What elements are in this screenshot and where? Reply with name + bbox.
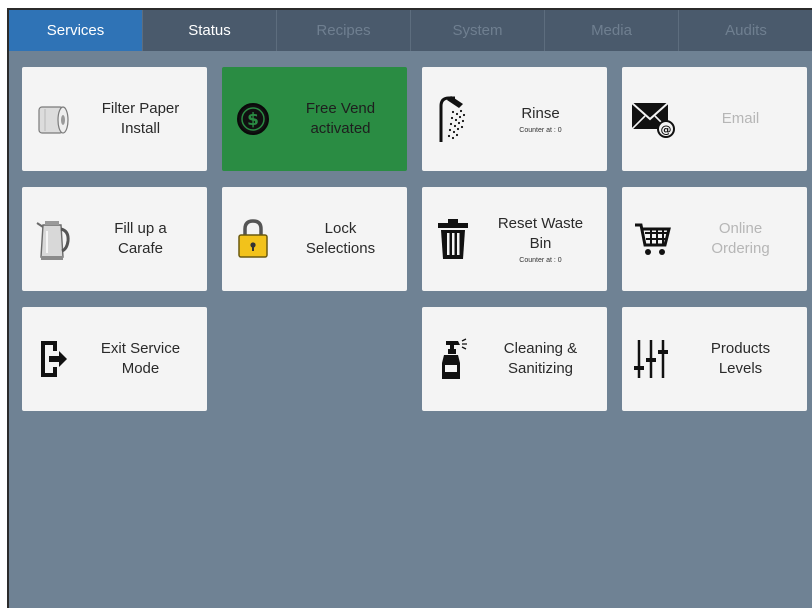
exit-service-mode-button[interactable]: Exit Service Mode: [22, 307, 207, 411]
cleaning-sanitizing-label: Cleaning & Sanitizing: [503, 340, 578, 377]
tab-media[interactable]: Media: [545, 10, 679, 51]
kettle-icon: [22, 187, 84, 291]
service-screen: Services Status Recipes System Media Aud…: [7, 8, 812, 608]
spray-bottle-icon: [422, 307, 484, 411]
lock-selections-button[interactable]: Lock Selections: [222, 187, 407, 291]
svg-text:@: @: [661, 123, 672, 136]
exit-door-icon: [22, 307, 84, 411]
fill-carafe-label: Fill up a Carafe: [114, 220, 167, 257]
exit-service-mode-label: Exit Service Mode: [100, 340, 181, 377]
tab-status[interactable]: Status: [143, 10, 277, 51]
tab-recipes[interactable]: Recipes: [277, 10, 411, 51]
lock-selections-label: Lock Selections: [305, 220, 376, 257]
shower-icon: [422, 67, 484, 171]
reset-waste-bin-label: Reset Waste Bin: [497, 215, 584, 252]
waste-bin-counter: Counter at : 0: [519, 257, 562, 264]
reset-waste-bin-button[interactable]: Reset Waste Bin Counter at : 0: [422, 187, 607, 291]
free-vend-label: Free Vend activated: [305, 100, 376, 137]
cleaning-sanitizing-button[interactable]: Cleaning & Sanitizing: [422, 307, 607, 411]
padlock-icon: [222, 187, 284, 291]
email-button[interactable]: @ Email: [622, 67, 807, 171]
trash-bin-icon: [422, 187, 484, 291]
products-levels-label: Products Levels: [710, 340, 771, 377]
filter-paper-install-label: Filter Paper Install: [101, 100, 180, 137]
svg-text:$: $: [247, 110, 259, 130]
shopping-cart-icon: [622, 187, 684, 291]
rinse-button[interactable]: Rinse Counter at : 0: [422, 67, 607, 171]
filter-paper-install-button[interactable]: Filter Paper Install: [22, 67, 207, 171]
tab-system[interactable]: System: [411, 10, 545, 51]
products-levels-button[interactable]: Products Levels: [622, 307, 807, 411]
online-ordering-label: Online Ordering: [711, 220, 770, 257]
tab-audits[interactable]: Audits: [679, 10, 812, 51]
rinse-counter: Counter at : 0: [519, 127, 562, 134]
email-icon: @: [622, 67, 684, 171]
rinse-label: Rinse: [521, 105, 560, 122]
filter-paper-roll-icon: [22, 67, 84, 171]
tab-services[interactable]: Services: [9, 10, 143, 51]
dollar-coin-icon: $: [222, 67, 284, 171]
fill-carafe-button[interactable]: Fill up a Carafe: [22, 187, 207, 291]
free-vend-button[interactable]: $ Free Vend activated: [222, 67, 407, 171]
tab-bar: Services Status Recipes System Media Aud…: [9, 10, 812, 51]
level-sliders-icon: [622, 307, 684, 411]
online-ordering-button[interactable]: Online Ordering: [622, 187, 807, 291]
email-label: Email: [721, 110, 760, 127]
